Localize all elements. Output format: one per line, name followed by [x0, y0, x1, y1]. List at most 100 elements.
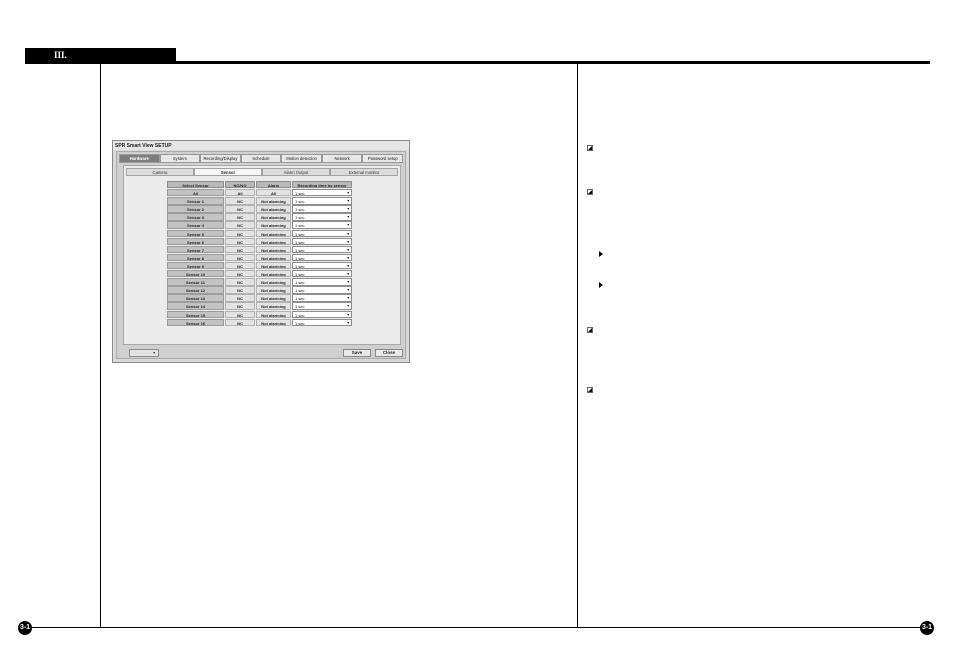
sensor-select-button[interactable]: Sensor 12 [167, 286, 224, 294]
subtab-camera[interactable]: Camera [126, 168, 194, 176]
nc-no-toggle[interactable]: NC [225, 318, 255, 326]
tab-hardware[interactable]: Hardware [119, 154, 160, 163]
recording-time-select[interactable]: 1 sec ▼ [292, 310, 352, 318]
recording-time-select[interactable]: 1 sec ▼ [292, 237, 352, 246]
close-button[interactable]: Close [375, 349, 403, 357]
recording-time-select[interactable]: 1 sec ▼ [292, 229, 352, 237]
nc-no-toggle[interactable]: NC [225, 286, 255, 294]
alarm-toggle[interactable]: Not alarming [256, 213, 291, 221]
alarm-toggle[interactable]: Not alarming [256, 221, 291, 229]
header-rule [25, 61, 930, 64]
sensor-select-button[interactable]: Sensor 16 [167, 318, 224, 326]
recording-time-select[interactable]: 1 sec ▼ [292, 245, 352, 254]
recording-time-select[interactable]: 1 sec ▼ [292, 197, 352, 205]
alarm-toggle[interactable]: Not alarming [256, 302, 291, 310]
alarm-toggle[interactable]: Not alarming [256, 261, 291, 270]
nc-no-toggle[interactable]: NC [225, 197, 255, 205]
sensor-select-button[interactable]: Sensor 3 [167, 213, 224, 221]
chevron-down-icon: ▼ [346, 247, 350, 252]
alarm-toggle[interactable]: Not alarming [256, 270, 291, 278]
language-select[interactable]: ▼ [129, 349, 159, 357]
sensor-select-button[interactable]: Sensor 7 [167, 245, 224, 254]
table-row: Sensor 6 NC Not alarming 1 sec ▼ [167, 237, 353, 246]
alarm-toggle[interactable]: Not alarming [256, 278, 291, 286]
nc-no-toggle[interactable]: NC [225, 245, 255, 254]
tab-schedule[interactable]: Schedule [240, 154, 282, 163]
alarm-toggle[interactable]: Not alarming [256, 318, 291, 326]
all-alarm-button[interactable]: All [256, 189, 291, 197]
sensor-select-button[interactable]: Sensor 10 [167, 270, 224, 278]
nc-no-toggle[interactable]: NC [225, 237, 255, 246]
alarm-toggle[interactable]: Not alarming [256, 205, 291, 213]
recording-time-select[interactable]: 1 sec ▼ [292, 261, 352, 270]
alarm-toggle[interactable]: Not alarming [256, 310, 291, 318]
alarm-toggle[interactable]: Not alarming [256, 245, 291, 254]
tab-motion-detection[interactable]: Motion detection [281, 154, 322, 163]
table-row: Sensor 7 NC Not alarming 1 sec ▼ [167, 245, 353, 254]
nc-no-toggle[interactable]: NC [225, 229, 255, 237]
chevron-down-icon: ▼ [152, 351, 156, 355]
sensor-select-button[interactable]: Sensor 11 [167, 278, 224, 286]
table-row: Sensor 15 NC Not alarming 1 sec ▼ [167, 310, 353, 319]
select-all-button[interactable]: All [167, 189, 224, 197]
nc-no-toggle[interactable]: NC [225, 294, 255, 302]
main-tabs: Hardware System Recording/Display Schedu… [119, 154, 404, 163]
alarm-toggle[interactable]: Not alarming [256, 286, 291, 294]
recording-time-select[interactable]: 1 sec ▼ [292, 205, 352, 213]
sensor-select-button[interactable]: Sensor 4 [167, 221, 224, 229]
table-row: Sensor 2 NC Not alarming 1 sec ▼ [167, 205, 353, 213]
recording-time-select[interactable]: 1 sec ▼ [292, 253, 352, 262]
recording-time-select[interactable]: 1 sec ▼ [292, 294, 352, 302]
select-value: 1 sec [295, 304, 305, 310]
select-value: 1 sec [295, 191, 305, 197]
recording-time-select[interactable]: 1 sec ▼ [292, 221, 352, 229]
alarm-toggle[interactable]: Not alarming [256, 237, 291, 246]
sensor-select-button[interactable]: Sensor 13 [167, 294, 224, 302]
subtab-sensor[interactable]: Sensor [194, 168, 262, 176]
sensor-select-button[interactable]: Sensor 14 [167, 302, 224, 310]
nc-no-toggle[interactable]: NC [225, 213, 255, 221]
subtab-external-monitor[interactable]: External monitor [330, 168, 398, 176]
select-value: 1 sec [295, 215, 305, 221]
recording-time-select[interactable]: 1 sec ▼ [292, 286, 352, 294]
sensor-select-button[interactable]: Sensor 9 [167, 261, 224, 270]
table-row: Sensor 3 NC Not alarming 1 sec ▼ [167, 213, 353, 221]
recording-time-select[interactable]: 1 sec ▼ [292, 302, 352, 310]
recording-time-select[interactable]: 1 sec ▼ [292, 270, 352, 278]
save-button[interactable]: Save [343, 349, 371, 357]
column-header: Select Sensor [167, 181, 224, 189]
subtab-alarm-output[interactable]: Alarm Output [262, 168, 330, 176]
recording-time-select[interactable]: 1 sec ▼ [292, 213, 352, 221]
sensor-select-button[interactable]: Sensor 5 [167, 229, 224, 237]
tab-system[interactable]: System [159, 154, 201, 163]
sensor-select-button[interactable]: Sensor 6 [167, 237, 224, 246]
chevron-down-icon: ▼ [346, 191, 350, 196]
all-nc-button[interactable]: All [225, 189, 255, 197]
nc-no-toggle[interactable]: NC [225, 278, 255, 286]
select-value: 1 sec [295, 231, 305, 237]
alarm-toggle[interactable]: Not alarming [256, 294, 291, 302]
nc-no-toggle[interactable]: NC [225, 205, 255, 213]
alarm-toggle[interactable]: Not alarming [256, 253, 291, 262]
recording-time-select[interactable]: 1 sec ▼ [292, 318, 352, 326]
nc-no-toggle[interactable]: NC [225, 270, 255, 278]
sensor-select-button[interactable]: Sensor 8 [167, 253, 224, 262]
tab-password-setup[interactable]: Password setup [362, 154, 404, 163]
nc-no-toggle[interactable]: NC [225, 302, 255, 310]
all-time-select[interactable]: 1 sec ▼ [292, 189, 352, 197]
tab-recording-display[interactable]: Recording/Display [200, 154, 241, 163]
sensor-select-button[interactable]: Sensor 1 [167, 197, 224, 205]
nc-no-toggle[interactable]: NC [225, 253, 255, 262]
nc-no-toggle[interactable]: NC [225, 310, 255, 318]
recording-time-select[interactable]: 1 sec ▼ [292, 278, 352, 286]
tab-network[interactable]: Network [321, 154, 363, 163]
select-value: 1 sec [295, 288, 305, 294]
table-row: Sensor 12 NC Not alarming 1 sec ▼ [167, 286, 353, 294]
alarm-toggle[interactable]: Not alarming [256, 229, 291, 237]
nc-no-toggle[interactable]: NC [225, 261, 255, 270]
nc-no-toggle[interactable]: NC [225, 221, 255, 229]
select-value: 1 sec [295, 272, 305, 278]
sensor-select-button[interactable]: Sensor 15 [167, 310, 224, 318]
sensor-select-button[interactable]: Sensor 2 [167, 205, 224, 213]
alarm-toggle[interactable]: Not alarming [256, 197, 291, 205]
